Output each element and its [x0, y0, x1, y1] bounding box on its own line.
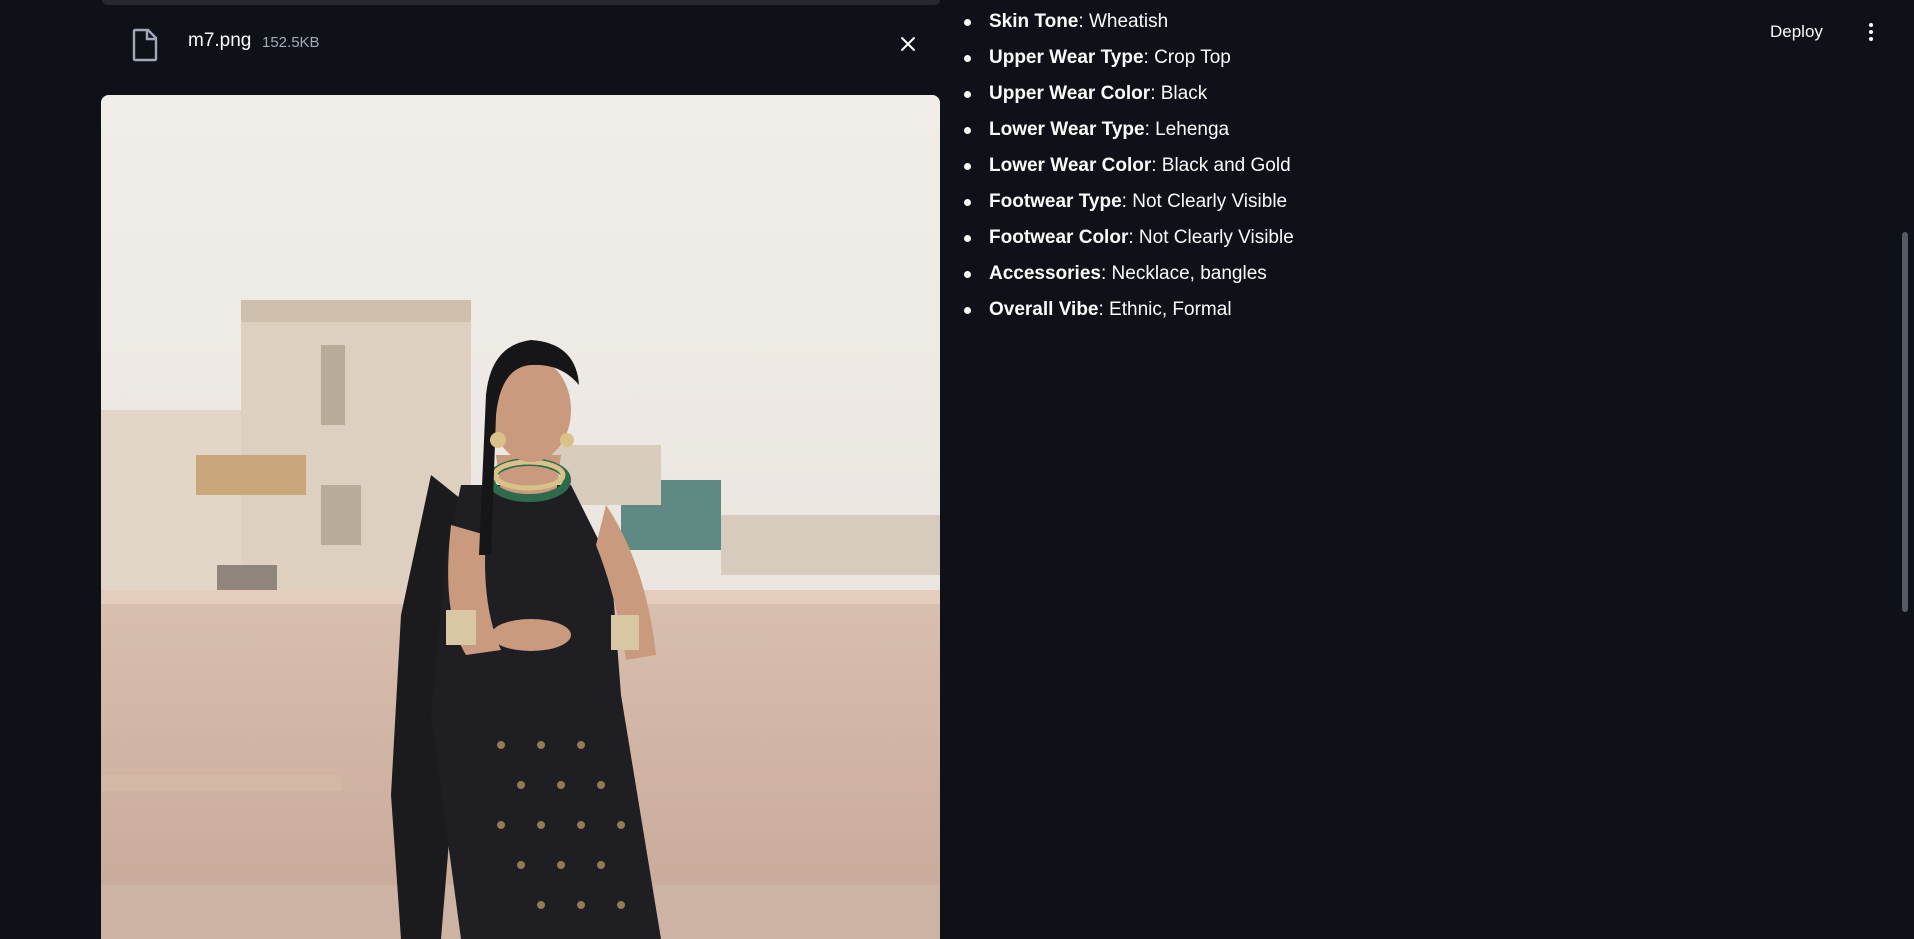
file-size: 152.5KB: [262, 34, 320, 51]
uploaded-file-row: m7.png 152.5KB: [102, 14, 940, 76]
attribute-item: Skin Tone: Wheatish: [960, 4, 1294, 40]
attribute-list: Skin Tone: Wheatish Upper Wear Type: Crop…: [960, 4, 1294, 328]
attribute-value: : Black and Gold: [1151, 155, 1291, 176]
attribute-key: Lower Wear Type: [989, 119, 1145, 140]
file-name: m7.png: [188, 30, 252, 51]
scrollbar-thumb[interactable]: [1902, 232, 1908, 612]
attribute-value: : Ethnic, Formal: [1098, 299, 1232, 320]
file-uploader-dropzone-edge: [102, 0, 940, 5]
attribute-item: Footwear Color: Not Clearly Visible: [960, 220, 1294, 256]
attribute-item: Upper Wear Type: Crop Top: [960, 40, 1294, 76]
app-root: m7.png 152.5KB Skin Tone: Wheatish Upper…: [0, 0, 1914, 939]
kebab-menu-icon[interactable]: [1862, 18, 1880, 46]
attribute-value: : Necklace, bangles: [1100, 263, 1267, 284]
attribute-item: Accessories: Necklace, bangles: [960, 256, 1294, 292]
attribute-value: : Not Clearly Visible: [1128, 227, 1294, 248]
attribute-value: : Lehenga: [1144, 119, 1230, 140]
attribute-item: Lower Wear Type: Lehenga: [960, 112, 1294, 148]
attribute-key: Accessories: [989, 263, 1101, 284]
attribute-key: Footwear Type: [989, 191, 1122, 212]
close-icon[interactable]: [892, 28, 924, 60]
attribute-key: Overall Vibe: [989, 299, 1099, 320]
attribute-item: Upper Wear Color: Black: [960, 76, 1294, 112]
attribute-key: Footwear Color: [989, 227, 1129, 248]
attribute-item: Footwear Type: Not Clearly Visible: [960, 184, 1294, 220]
attribute-key: Lower Wear Color: [989, 155, 1152, 176]
attribute-item: Overall Vibe: Ethnic, Formal: [960, 292, 1294, 328]
uploaded-image: [101, 95, 940, 939]
attribute-value: : Wheatish: [1078, 11, 1169, 32]
attribute-key: Upper Wear Color: [989, 83, 1151, 104]
attribute-key: Upper Wear Type: [989, 47, 1144, 68]
attribute-value: : Black: [1150, 83, 1208, 104]
attribute-value: : Not Clearly Visible: [1121, 191, 1288, 212]
attribute-item: Lower Wear Color: Black and Gold: [960, 148, 1294, 184]
attribute-key: Skin Tone: [989, 11, 1079, 32]
file-icon: [130, 28, 160, 62]
deploy-button[interactable]: Deploy: [1770, 18, 1823, 46]
attribute-value: : Crop Top: [1143, 47, 1231, 68]
